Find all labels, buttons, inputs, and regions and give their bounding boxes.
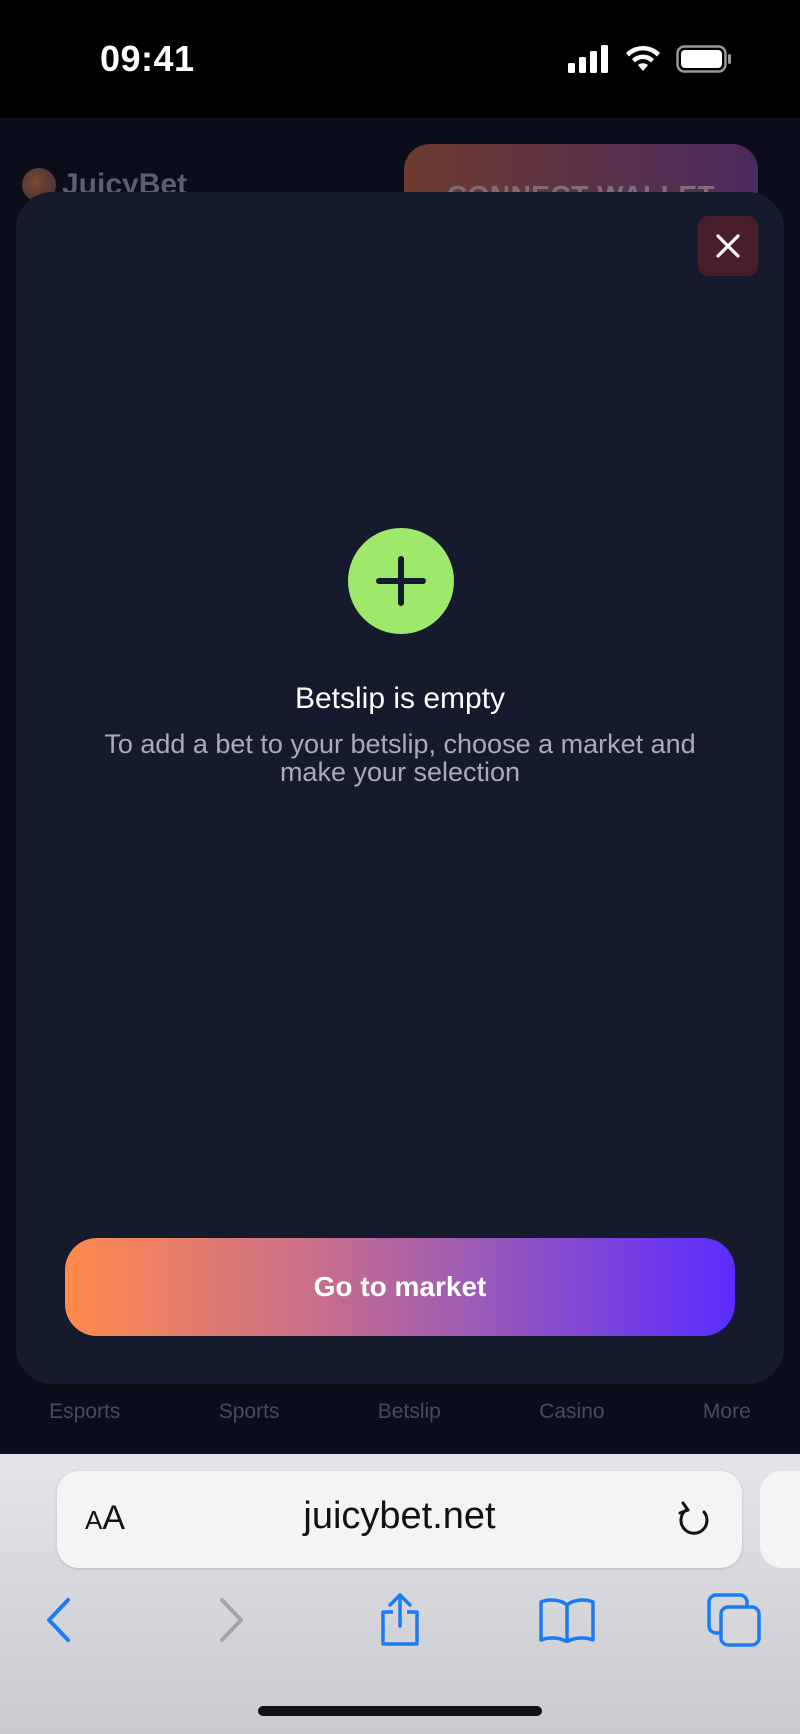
status-time: 09:41 [100, 38, 195, 79]
chevron-right-icon [220, 1598, 243, 1642]
reload-icon[interactable] [674, 1498, 714, 1542]
address-bar[interactable]: AA juicybet.net [57, 1471, 742, 1568]
wifi-icon [626, 45, 660, 71]
nav-item-esports[interactable]: Esports [49, 1400, 120, 1424]
back-button[interactable] [36, 1590, 80, 1650]
nav-item-casino[interactable]: Casino [539, 1400, 604, 1424]
empty-betslip-title: Betslip is empty [294, 682, 506, 715]
battery-icon [676, 45, 731, 73]
nav-item-betslip[interactable]: Betslip [378, 1400, 441, 1424]
bookmarks-button[interactable] [536, 1590, 598, 1650]
plus-icon [376, 556, 426, 606]
close-icon [716, 234, 740, 258]
nav-item-sports[interactable]: Sports [219, 1400, 280, 1424]
cellular-signal-icon [568, 45, 608, 73]
betslip-sheet: Betslip is empty To add a bet to your be… [16, 192, 784, 1384]
chevron-left-icon [47, 1598, 70, 1642]
tabs-icon [707, 1593, 761, 1647]
tabs-button[interactable] [706, 1590, 762, 1650]
status-icons [568, 44, 732, 74]
nav-item-more[interactable]: More [703, 1400, 751, 1424]
next-tab-peek[interactable] [760, 1471, 800, 1568]
empty-betslip-description: To add a bet to your betslip, choose a m… [104, 729, 696, 787]
home-indicator [258, 1706, 542, 1716]
close-button[interactable] [698, 216, 758, 276]
browser-toolbar [0, 1590, 800, 1660]
share-button[interactable] [376, 1590, 424, 1650]
go-to-market-button[interactable]: Go to market [65, 1238, 735, 1336]
add-bet-illustration [348, 528, 454, 634]
browser-chrome: AA juicybet.net [0, 1454, 800, 1734]
status-bar: 09:41 [0, 0, 800, 118]
share-icon [381, 1593, 419, 1646]
url-text[interactable]: juicybet.net [57, 1495, 742, 1538]
forward-button[interactable] [210, 1590, 254, 1650]
book-icon [539, 1598, 595, 1643]
